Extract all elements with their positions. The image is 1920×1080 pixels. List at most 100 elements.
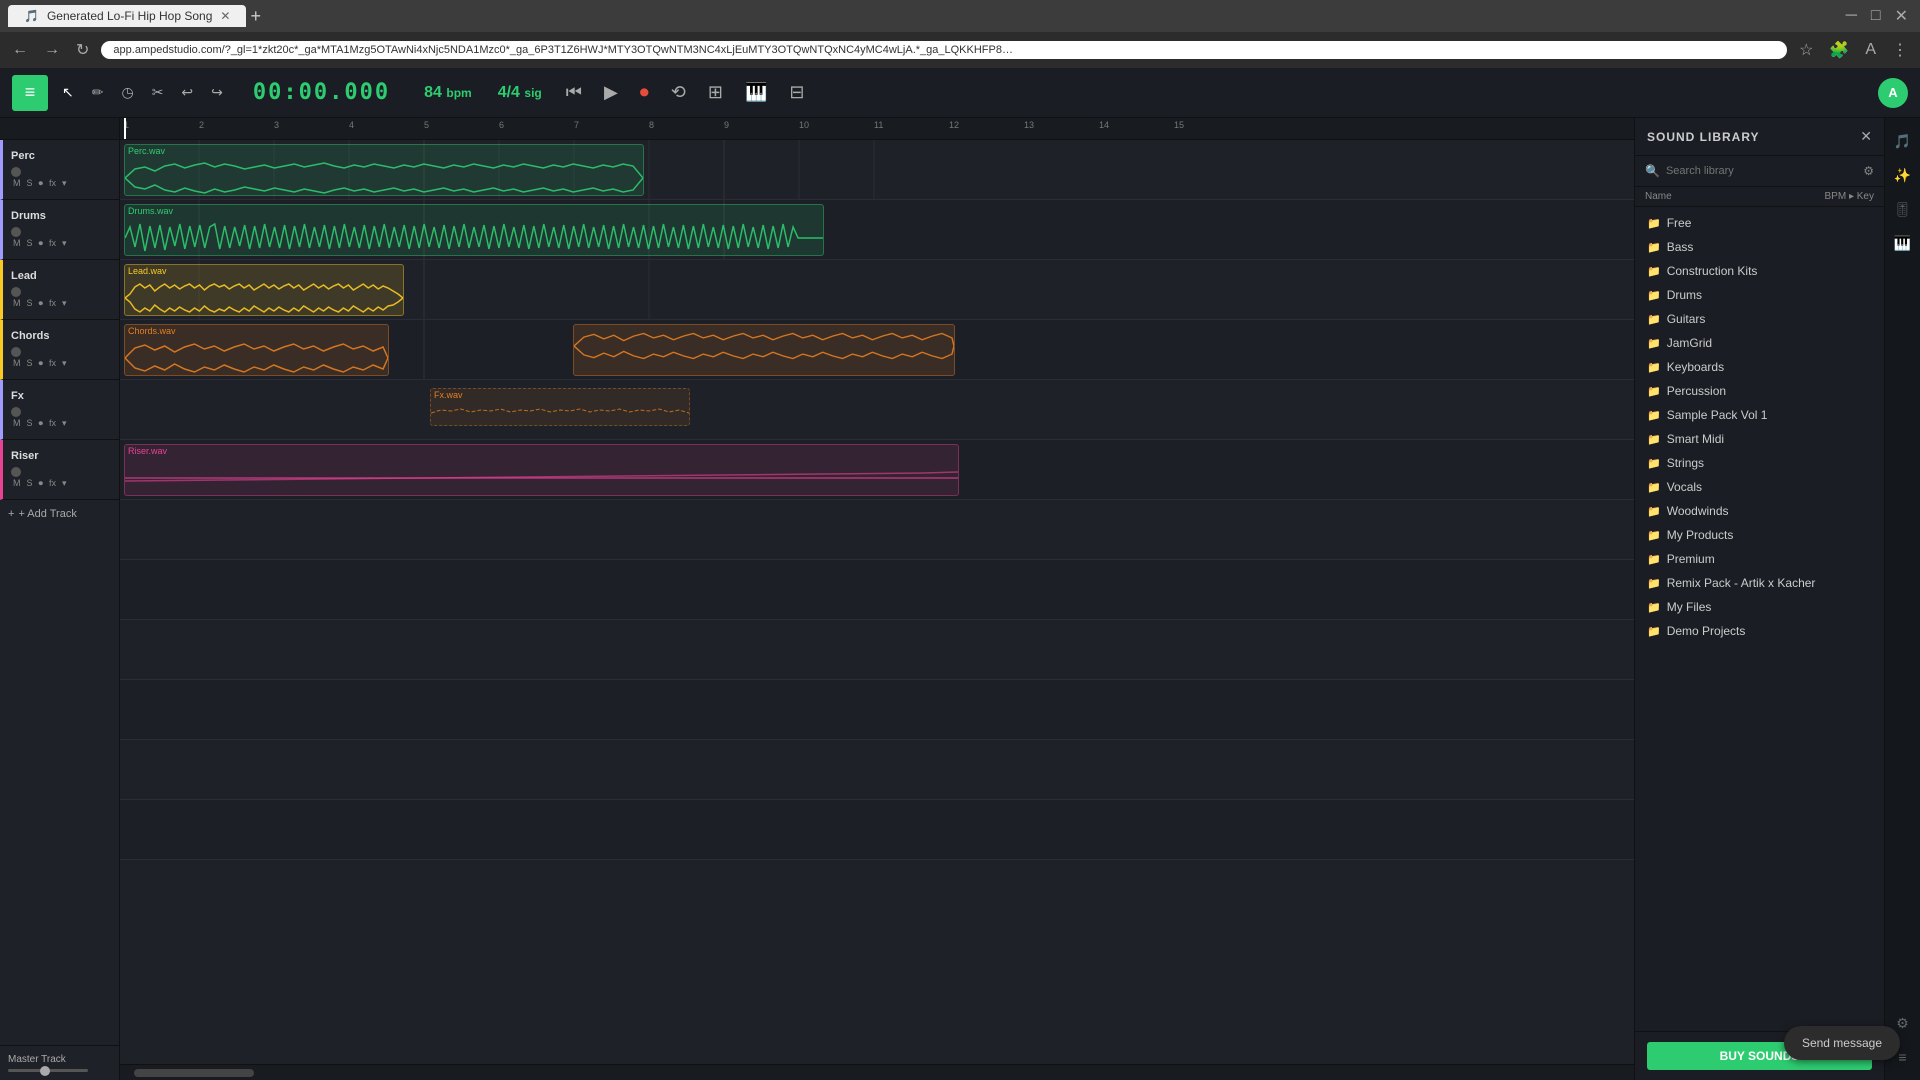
track-volume-fx[interactable] <box>11 407 21 417</box>
skip-back-button[interactable]: ⏮ <box>560 78 588 107</box>
library-search-input[interactable] <box>1666 165 1857 177</box>
track-mute-riser[interactable]: M <box>11 477 23 489</box>
track-fx-chords[interactable]: fx <box>47 357 58 369</box>
track-solo-chords[interactable]: S <box>25 357 35 369</box>
play-button[interactable]: ▶ <box>598 78 624 107</box>
back-button[interactable]: ← <box>8 39 32 61</box>
ruler[interactable]: 1 2 3 4 5 6 7 8 9 10 11 12 13 14 15 <box>120 118 1634 140</box>
library-item-percussion[interactable]: 📁Percussion <box>1635 379 1884 403</box>
sidebar-library-icon[interactable]: 🎵 <box>1888 126 1918 156</box>
track-rec-lead[interactable]: ⏺ <box>37 297 46 310</box>
track-rec-perc[interactable]: ⏺ <box>37 177 46 190</box>
library-item-smart-midi[interactable]: 📁Smart Midi <box>1635 427 1884 451</box>
track-solo-fx[interactable]: S <box>25 417 35 429</box>
profile-button[interactable]: A <box>1861 39 1880 61</box>
track-volume-perc[interactable] <box>11 167 21 177</box>
library-item-sample-pack-vol-1[interactable]: 📁Sample Pack Vol 1 <box>1635 403 1884 427</box>
maximize-button[interactable]: □ <box>1867 5 1885 27</box>
clock-tool-button[interactable]: ◷ <box>117 80 137 105</box>
hscroll-thumb[interactable] <box>134 1069 254 1077</box>
mix-button[interactable]: ⊞ <box>702 78 729 107</box>
active-tab[interactable]: 🎵 Generated Lo-Fi Hip Hop Song ✕ <box>8 5 246 27</box>
clip-riser[interactable]: Riser.wav <box>124 444 959 496</box>
library-item-premium[interactable]: 📁Premium <box>1635 547 1884 571</box>
track-fx-fx[interactable]: fx <box>47 417 58 429</box>
profile-avatar[interactable]: A <box>1878 78 1908 108</box>
horizontal-scrollbar[interactable] <box>120 1064 1634 1080</box>
library-item-demo-projects[interactable]: 📁Demo Projects <box>1635 619 1884 643</box>
library-item-my-files[interactable]: 📁My Files <box>1635 595 1884 619</box>
library-item-woodwinds[interactable]: 📁Woodwinds <box>1635 499 1884 523</box>
library-item-vocals[interactable]: 📁Vocals <box>1635 475 1884 499</box>
clip-drums[interactable]: Drums.wav <box>124 204 824 256</box>
tab-close-button[interactable]: ✕ <box>220 9 230 23</box>
scissors-tool-button[interactable]: ✂ <box>148 80 168 105</box>
track-volume-drums[interactable] <box>11 227 21 237</box>
library-item-my-products[interactable]: 📁My Products <box>1635 523 1884 547</box>
track-mute-perc[interactable]: M <box>11 177 23 189</box>
track-rec-chords[interactable]: ⏺ <box>37 357 46 370</box>
undo-button[interactable]: ↩ <box>177 80 197 105</box>
track-fx-lead[interactable]: fx <box>47 297 58 309</box>
sidebar-piano-icon[interactable]: 🎹 <box>1888 228 1918 258</box>
track-down-lead[interactable]: ▾ <box>60 297 69 310</box>
library-item-construction-kits[interactable]: 📁Construction Kits <box>1635 259 1884 283</box>
track-fx-perc[interactable]: fx <box>47 177 58 189</box>
track-fx-riser[interactable]: fx <box>47 477 58 489</box>
library-item-jamgrid[interactable]: 📁JamGrid <box>1635 331 1884 355</box>
new-tab-button[interactable]: + <box>250 6 261 27</box>
library-item-keyboards[interactable]: 📁Keyboards <box>1635 355 1884 379</box>
midi-button[interactable]: 🎹 <box>739 78 773 107</box>
clip-perc[interactable]: Perc.wav <box>124 144 644 196</box>
track-volume-riser[interactable] <box>11 467 21 477</box>
forward-button[interactable]: → <box>40 39 64 61</box>
loop-button[interactable]: ⟲ <box>665 78 692 107</box>
track-solo-riser[interactable]: S <box>25 477 35 489</box>
track-rec-drums[interactable]: ⏺ <box>37 237 46 250</box>
library-item-remix-pack---artik-x-kacher[interactable]: 📁Remix Pack - Artik x Kacher <box>1635 571 1884 595</box>
track-mute-chords[interactable]: M <box>11 357 23 369</box>
master-fader-thumb[interactable] <box>40 1066 50 1076</box>
send-message-button[interactable]: Send message <box>1784 1026 1900 1060</box>
track-mute-lead[interactable]: M <box>11 297 23 309</box>
refresh-button[interactable]: ↻ <box>72 38 93 62</box>
minimize-button[interactable]: ─ <box>1842 5 1861 27</box>
track-down-perc[interactable]: ▾ <box>60 177 69 190</box>
track-mute-drums[interactable]: M <box>11 237 23 249</box>
address-bar[interactable]: app.ampedstudio.com/?_gl=1*zkt20c*_ga*MT… <box>101 41 1787 59</box>
clip-lead[interactable]: Lead.wav <box>124 264 404 316</box>
library-close-button[interactable]: ✕ <box>1860 128 1872 145</box>
library-item-bass[interactable]: 📁Bass <box>1635 235 1884 259</box>
track-mute-fx[interactable]: M <box>11 417 23 429</box>
redo-button[interactable]: ↪ <box>207 80 227 105</box>
clip-fx[interactable]: Fx.wav <box>430 388 690 426</box>
master-fader[interactable] <box>8 1069 88 1072</box>
add-track-button[interactable]: + + Add Track <box>0 500 119 528</box>
library-item-strings[interactable]: 📁Strings <box>1635 451 1884 475</box>
playhead[interactable] <box>124 118 126 139</box>
sidebar-effects-icon[interactable]: ✨ <box>1888 160 1918 190</box>
track-down-chords[interactable]: ▾ <box>60 357 69 370</box>
track-solo-drums[interactable]: S <box>25 237 35 249</box>
track-down-riser[interactable]: ▾ <box>60 477 69 490</box>
record-button[interactable]: ⏺ <box>634 78 655 107</box>
clip-chords-1[interactable]: Chords.wav <box>124 324 389 376</box>
track-rec-riser[interactable]: ⏺ <box>37 477 46 490</box>
track-volume-chords[interactable] <box>11 347 21 357</box>
track-down-fx[interactable]: ▾ <box>60 417 69 430</box>
track-volume-lead[interactable] <box>11 287 21 297</box>
main-menu-button[interactable]: ≡ <box>12 75 48 111</box>
tracks-canvas[interactable]: Perc.wav <box>120 140 1634 1064</box>
select-tool-button[interactable]: ↖ <box>58 80 78 105</box>
bookmark-button[interactable]: ☆ <box>1795 38 1817 62</box>
clip-chords-2[interactable] <box>573 324 955 376</box>
track-solo-lead[interactable]: S <box>25 297 35 309</box>
library-item-free[interactable]: 📁Free <box>1635 211 1884 235</box>
library-item-drums[interactable]: 📁Drums <box>1635 283 1884 307</box>
track-rec-fx[interactable]: ⏺ <box>37 417 46 430</box>
track-down-drums[interactable]: ▾ <box>60 237 69 250</box>
extensions-button[interactable]: 🧩 <box>1825 38 1853 62</box>
track-fx-drums[interactable]: fx <box>47 237 58 249</box>
track-solo-perc[interactable]: S <box>25 177 35 189</box>
pencil-tool-button[interactable]: ✏ <box>88 80 108 105</box>
